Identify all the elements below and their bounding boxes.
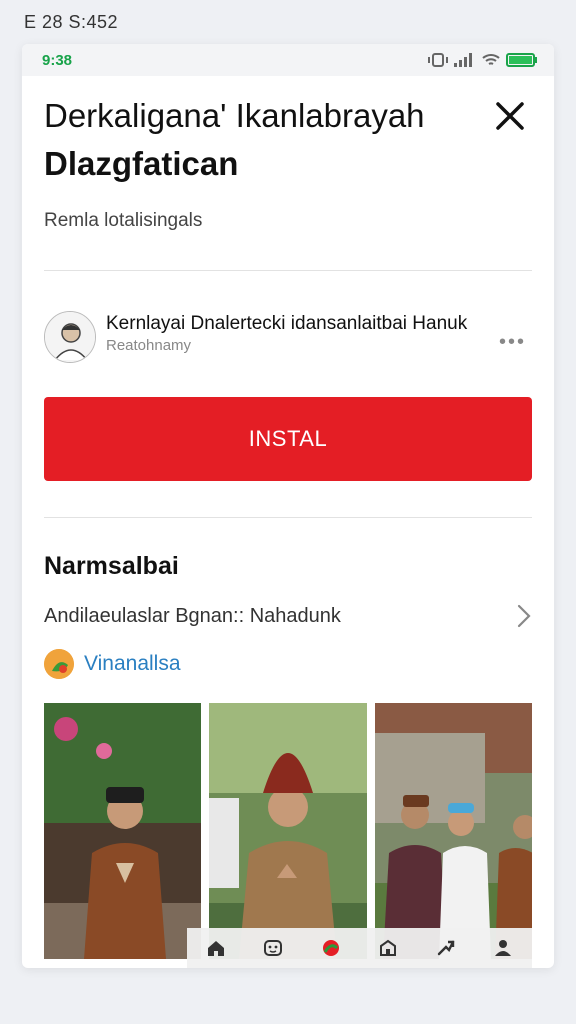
more-options-button[interactable]: ••• xyxy=(499,331,526,354)
wifi-icon xyxy=(482,53,500,67)
status-bar: 9:38 xyxy=(22,44,554,76)
nav-home[interactable] xyxy=(204,936,228,960)
profile-icon xyxy=(495,940,512,956)
screenshot-2[interactable] xyxy=(209,703,367,959)
page-title-line1: Derkaligana' Ikanlabrayah xyxy=(44,97,425,134)
share-icon xyxy=(437,940,454,956)
nav-store[interactable] xyxy=(376,936,400,960)
close-button[interactable] xyxy=(490,96,530,136)
record-icon xyxy=(322,940,339,956)
tag-logo-icon xyxy=(44,649,74,679)
chevron-right-icon xyxy=(517,604,531,628)
publisher-subtitle: Reatohnamy xyxy=(106,337,192,354)
app-sheet: 9:38 Derkaligana' Ikanlabrayah Dlazgfati… xyxy=(22,44,554,968)
tag-label[interactable]: Vinanallsa xyxy=(84,652,181,676)
nav-record[interactable] xyxy=(319,936,343,960)
status-time: 9:38 xyxy=(42,51,73,69)
divider xyxy=(44,517,532,518)
store-icon xyxy=(380,939,397,956)
publisher-name[interactable]: Kernlayai Dnalertecki idansanlaitbai Han… xyxy=(106,313,476,335)
nav-share[interactable] xyxy=(434,936,458,960)
bottom-nav-bar xyxy=(187,928,532,968)
divider xyxy=(44,270,532,271)
section-title: Narmsalbai xyxy=(44,552,179,580)
sheet-header: Derkaligana' Ikanlabrayah Dlazgfatican R… xyxy=(44,76,532,232)
publisher-row: Kernlayai Dnalertecki idansanlaitbai Han… xyxy=(44,311,532,363)
page-title-line2: Dlazgfatican xyxy=(44,145,239,182)
avatar[interactable] xyxy=(44,311,96,363)
screenshot-gallery xyxy=(44,703,532,959)
nav-profile[interactable] xyxy=(491,936,515,960)
battery-icon xyxy=(506,53,538,67)
screenshot-1[interactable] xyxy=(44,703,202,959)
tag-row[interactable]: Vinanallsa xyxy=(44,649,532,679)
close-icon xyxy=(496,102,524,130)
outer-status-text: E 28 S:452 xyxy=(24,12,119,32)
vibrate-icon xyxy=(428,53,448,67)
section-row-text: Andilaeulaslar Bgnan:: Nahadunk xyxy=(44,604,341,627)
status-icons xyxy=(428,53,538,67)
face-icon xyxy=(264,940,283,956)
install-button[interactable]: INSTAL xyxy=(44,397,532,481)
nav-face[interactable] xyxy=(261,936,285,960)
section-detail-row[interactable]: Andilaeulaslar Bgnan:: Nahadunk xyxy=(44,603,532,629)
page-subtitle: Remla lotalisingals xyxy=(44,210,203,231)
signal-icon xyxy=(454,53,476,67)
screenshot-3[interactable] xyxy=(374,703,532,959)
home-icon xyxy=(207,941,224,956)
